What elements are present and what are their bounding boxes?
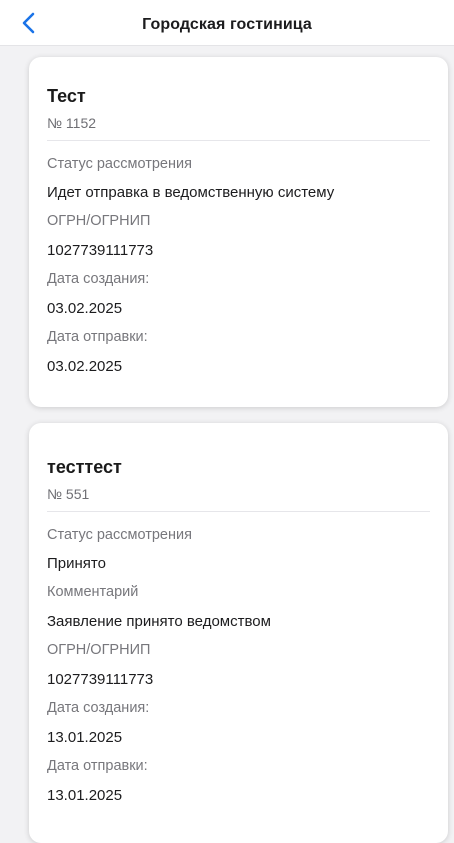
field-created-date: Дата создания: 13.01.2025 — [47, 699, 438, 747]
field-comment: Комментарий Заявление принято ведомством — [47, 583, 438, 631]
field-value: 03.02.2025 — [47, 300, 123, 317]
field-value: 1027739111773 — [47, 242, 154, 259]
field-ogrn: ОГРН/ОГРНИП 1027739111773 — [47, 641, 438, 689]
field-label: Статус рассмотрения — [47, 156, 192, 172]
field-value: 1027739111773 — [47, 671, 154, 688]
field-label: Комментарий — [47, 584, 139, 600]
card-number: № 1152 — [47, 115, 97, 131]
navigation-bar: Городская гостиница — [0, 0, 454, 46]
field-label: ОГРН/ОГРНИП — [47, 213, 151, 229]
application-card[interactable]: тесттест № 551 Статус рассмотрения Приня… — [29, 423, 448, 843]
field-label: ОГРН/ОГРНИП — [47, 642, 151, 658]
application-card[interactable]: Тест № 1152 Статус рассмотрения Идет отп… — [29, 57, 448, 407]
field-label: Дата создания: — [47, 271, 150, 287]
field-review-status: Статус рассмотрения Принято — [47, 526, 438, 573]
field-ogrn: ОГРН/ОГРНИП 1027739111773 — [47, 212, 438, 260]
field-value: Заявление принято ведомством — [47, 613, 271, 630]
field-value: 13.01.2025 — [47, 787, 123, 804]
field-sent-date: Дата отправки: 03.02.2025 — [47, 328, 438, 376]
field-label: Дата отправки: — [47, 329, 148, 345]
field-value: Идет отправка в ведомственную систему — [47, 184, 335, 201]
card-title: тесттест — [47, 457, 122, 477]
field-value: 13.01.2025 — [47, 729, 123, 746]
field-value: Принято — [47, 555, 106, 572]
card-title: Тест — [47, 86, 86, 106]
field-created-date: Дата создания: 03.02.2025 — [47, 270, 438, 318]
field-label: Дата создания: — [47, 700, 150, 716]
card-number: № 551 — [47, 486, 90, 502]
field-sent-date: Дата отправки: 13.01.2025 — [47, 757, 438, 805]
divider — [47, 140, 430, 141]
field-value: 03.02.2025 — [47, 358, 123, 375]
page-title: Городская гостиница — [142, 16, 312, 33]
field-label: Дата отправки: — [47, 758, 148, 774]
divider — [47, 511, 430, 512]
field-review-status: Статус рассмотрения Идет отправка в ведо… — [47, 155, 438, 202]
field-label: Статус рассмотрения — [47, 527, 192, 543]
